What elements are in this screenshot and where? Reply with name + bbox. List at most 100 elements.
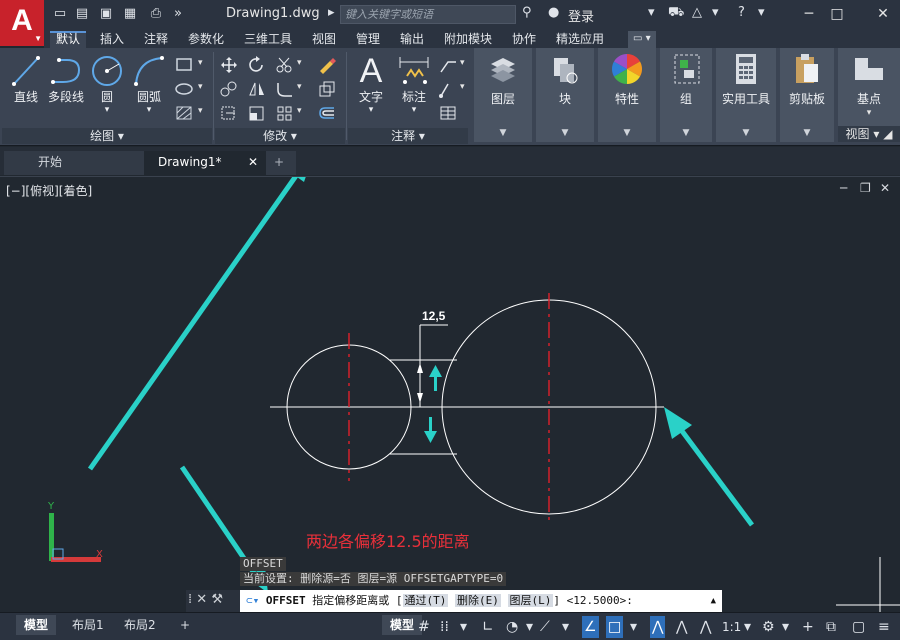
minimize-icon[interactable]: ─ bbox=[796, 2, 822, 26]
dropdown-icon[interactable]: ▾ bbox=[526, 616, 533, 638]
help-icon[interactable]: ? bbox=[738, 5, 745, 20]
cart-icon[interactable]: ⛟ bbox=[668, 5, 684, 22]
tab-start[interactable]: 开始 bbox=[4, 151, 144, 175]
move-icon[interactable] bbox=[219, 56, 239, 74]
layout-tab-model[interactable]: 模型 bbox=[16, 615, 57, 635]
new-tab-button[interactable]: + bbox=[266, 151, 296, 175]
clean-screen-icon[interactable]: ▢ bbox=[852, 616, 865, 638]
dropdown-icon[interactable]: ▾ bbox=[758, 5, 765, 20]
tab-drawing1[interactable]: Drawing1* ✕ bbox=[144, 151, 266, 175]
add-layout-button[interactable]: + bbox=[172, 615, 198, 635]
circle-button[interactable]: 圆 ▾ bbox=[90, 54, 124, 115]
erase-icon[interactable] bbox=[317, 56, 337, 74]
dropdown-icon[interactable]: ▾ bbox=[460, 616, 467, 638]
layout-tab-layout2[interactable]: 布局2 bbox=[116, 615, 164, 635]
draw-group-title[interactable]: 绘图 ▾ bbox=[2, 128, 212, 144]
dropdown-icon[interactable]: ▾ bbox=[744, 616, 751, 638]
mirror-icon[interactable] bbox=[247, 80, 267, 98]
application-menu-button[interactable]: A ▼ bbox=[0, 0, 44, 46]
history-chevron-up-icon[interactable]: ▲ bbox=[711, 590, 716, 612]
object-snap-icon[interactable]: □ bbox=[606, 616, 624, 638]
tab-collaborate[interactable]: 协作 bbox=[506, 31, 542, 48]
annotation-scale-icon[interactable]: ⋀ bbox=[700, 616, 711, 638]
open-folder-icon[interactable]: ▤ bbox=[74, 6, 90, 22]
base-view-button[interactable]: 基点 ▾ 视图 ▾ ◢ bbox=[838, 48, 900, 142]
tab-view[interactable]: 视图 bbox=[306, 31, 342, 48]
ortho-icon[interactable]: ∟ bbox=[482, 616, 494, 638]
add-icon[interactable]: + bbox=[802, 616, 814, 638]
layers-button[interactable]: 图层 ▼ bbox=[474, 48, 532, 142]
annotation-visibility-icon[interactable]: ⋀ bbox=[650, 616, 666, 638]
properties-button[interactable]: 特性 ▼ bbox=[598, 48, 656, 142]
close-icon[interactable]: ✕ bbox=[248, 151, 258, 173]
option-erase[interactable]: 删除(E) bbox=[455, 594, 501, 607]
isodraft-icon[interactable]: ⟋ bbox=[540, 616, 550, 638]
annotation-group-title[interactable]: 注释 ▾ bbox=[348, 128, 468, 144]
tab-insert[interactable]: 插入 bbox=[94, 31, 130, 48]
model-space-button[interactable]: 模型 bbox=[382, 615, 423, 635]
tab-3d-tools[interactable]: 三维工具 bbox=[238, 31, 298, 48]
offset-icon[interactable] bbox=[317, 104, 337, 122]
search-expand-icon[interactable]: ▸ bbox=[328, 5, 335, 20]
clipboard-button[interactable]: 剪贴板 ▼ bbox=[780, 48, 834, 142]
hatch-icon[interactable] bbox=[174, 104, 194, 122]
chevron-down-icon[interactable]: ▾ bbox=[354, 105, 388, 115]
copy-icon[interactable] bbox=[219, 80, 239, 98]
rotate-icon[interactable] bbox=[247, 56, 267, 74]
customize-wrench-icon[interactable]: ⚒ bbox=[211, 592, 223, 607]
option-through[interactable]: 通过(T) bbox=[402, 594, 449, 607]
explode-icon[interactable] bbox=[317, 80, 337, 98]
command-input[interactable]: ⊂▾ OFFSET 指定偏移距离或 [通过(T) 删除(E) 图层(L)] <1… bbox=[240, 590, 722, 612]
tab-output[interactable]: 输出 bbox=[394, 31, 430, 48]
text-button[interactable]: A 文字 ▾ bbox=[354, 54, 388, 115]
isolate-objects-icon[interactable]: ⧉ bbox=[826, 616, 836, 638]
tab-addins[interactable]: 附加模块 bbox=[438, 31, 498, 48]
line-button[interactable]: 直线 bbox=[10, 54, 42, 105]
save-icon[interactable]: ▣ bbox=[98, 6, 114, 22]
chevron-down-icon[interactable]: ▾ bbox=[132, 105, 166, 115]
scale-readout[interactable]: 1:1 bbox=[722, 616, 741, 638]
chevron-down-icon[interactable]: ▾ bbox=[396, 105, 432, 115]
new-file-icon[interactable]: ▭ bbox=[52, 6, 68, 22]
search-input[interactable] bbox=[340, 5, 516, 24]
login-link[interactable]: 登录 bbox=[568, 6, 594, 25]
block-button[interactable]: 块 ▼ bbox=[536, 48, 594, 142]
tab-featured-apps[interactable]: 精选应用 bbox=[550, 31, 610, 48]
chevron-down-icon[interactable]: ▾ bbox=[198, 106, 203, 116]
object-snap-tracking-icon[interactable]: ∠ bbox=[582, 616, 599, 638]
modify-group-title[interactable]: 修改 ▾ bbox=[215, 128, 345, 144]
polyline-button[interactable]: 多段线 bbox=[46, 54, 86, 105]
dimension-button[interactable]: 标注 ▾ bbox=[396, 54, 432, 115]
chevron-down-icon[interactable]: ▾ bbox=[460, 58, 465, 68]
more-tools-icon[interactable]: » bbox=[170, 6, 186, 22]
array-icon[interactable] bbox=[275, 104, 295, 122]
ribbon-options-icon[interactable]: ▭ ▾ bbox=[628, 31, 656, 48]
workspace-gear-icon[interactable]: ⚙ bbox=[762, 616, 775, 638]
tab-annotate[interactable]: 注释 bbox=[138, 31, 174, 48]
fillet-icon[interactable] bbox=[275, 80, 295, 98]
stretch-icon[interactable] bbox=[219, 104, 239, 122]
chevron-down-icon[interactable]: ▾ bbox=[297, 58, 302, 68]
chevron-down-icon[interactable]: ▾ bbox=[198, 58, 203, 68]
grid-icon[interactable]: # bbox=[418, 616, 430, 638]
ellipse-icon[interactable] bbox=[174, 80, 194, 98]
tab-home[interactable]: 默认 bbox=[50, 31, 87, 48]
share-icon[interactable]: △ bbox=[692, 5, 702, 20]
rectangle-icon[interactable] bbox=[174, 56, 194, 74]
chevron-down-icon[interactable]: ▾ bbox=[198, 82, 203, 92]
snap-icon[interactable]: ⁞⁞ bbox=[440, 616, 449, 638]
print-icon[interactable]: ⎙ bbox=[148, 6, 164, 22]
binoculars-icon[interactable]: ⚲ bbox=[522, 5, 532, 20]
drawing-viewport[interactable]: [−][俯视][着色] ─ ❐ ✕ 12,5 两边各偏移12.5的距离 Y X bbox=[0, 176, 900, 613]
chevron-down-icon[interactable]: ▾ bbox=[297, 106, 302, 116]
customization-menu-icon[interactable]: ≡ bbox=[878, 616, 890, 638]
leader-icon[interactable] bbox=[438, 56, 458, 74]
close-icon[interactable]: ✕ bbox=[196, 592, 207, 607]
dropdown-icon[interactable]: ▾ bbox=[562, 616, 569, 638]
table-icon[interactable] bbox=[438, 104, 458, 122]
layout-tab-layout1[interactable]: 布局1 bbox=[64, 615, 112, 635]
multileader-icon[interactable] bbox=[438, 80, 458, 98]
dropdown-icon[interactable]: ▾ bbox=[712, 5, 719, 20]
chevron-down-icon[interactable]: ▾ bbox=[90, 105, 124, 115]
dropdown-icon[interactable]: ▾ bbox=[782, 616, 789, 638]
